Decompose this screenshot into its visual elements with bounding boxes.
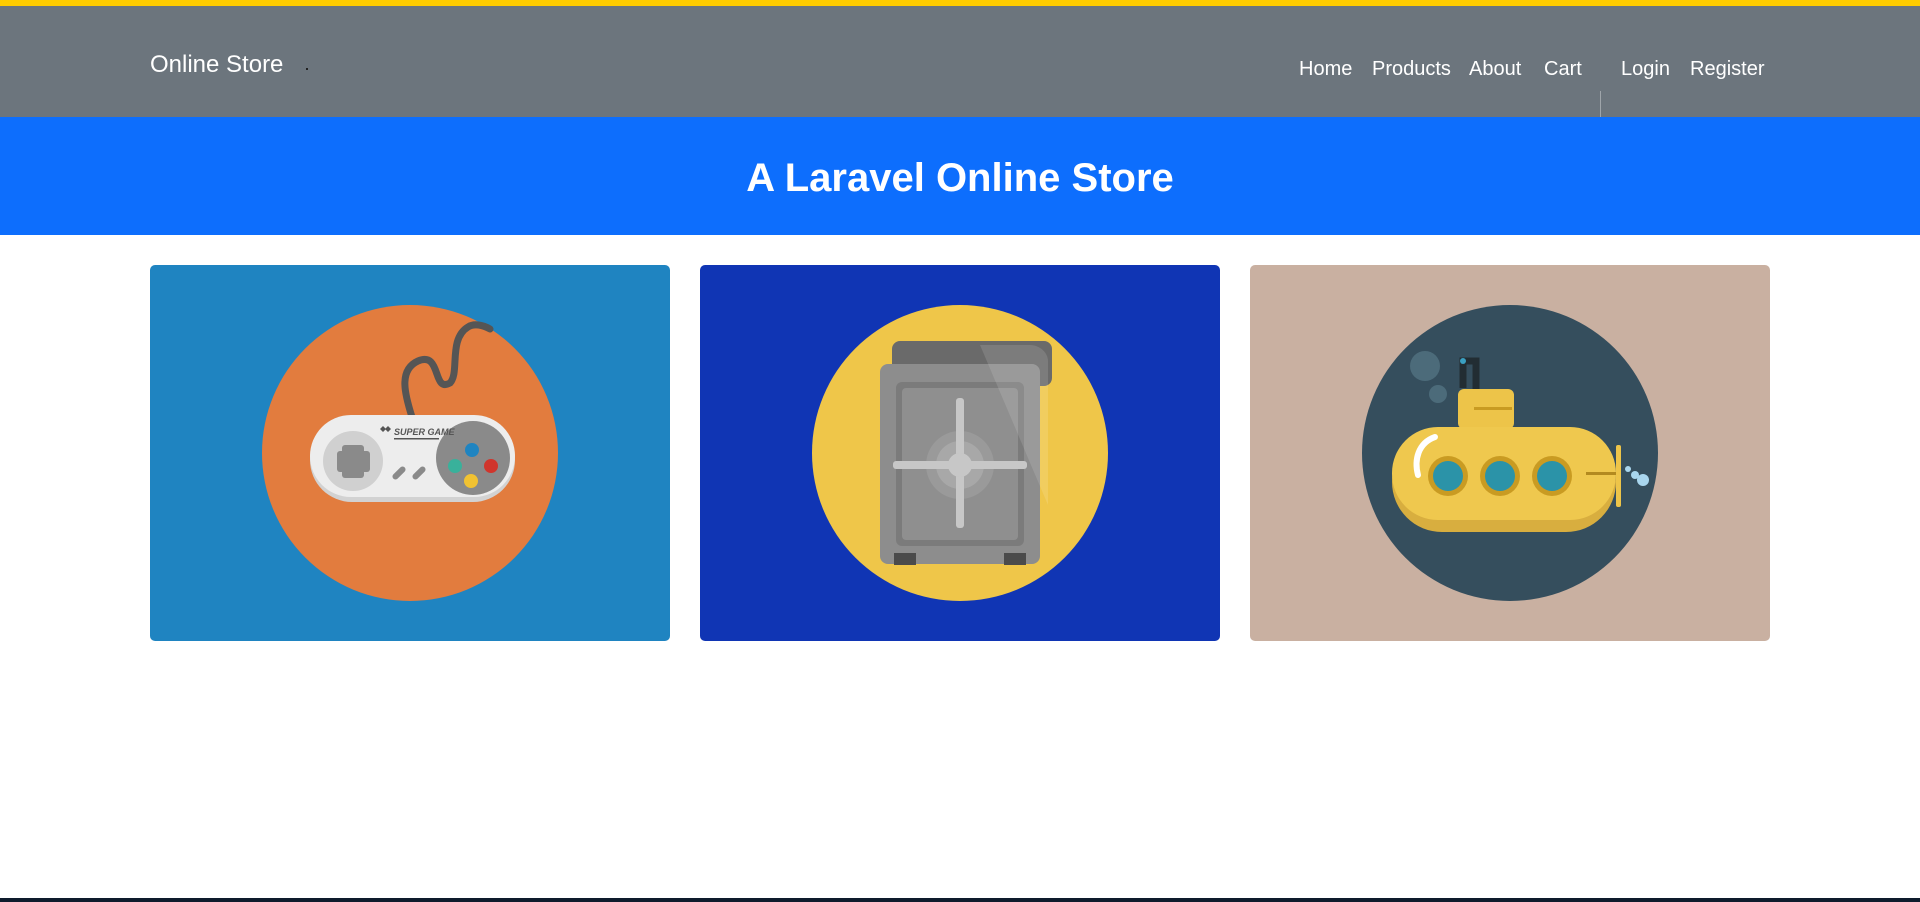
- page-title: A Laravel Online Store: [746, 156, 1174, 200]
- nav-link-login[interactable]: Login: [1621, 54, 1670, 84]
- product-card-safe[interactable]: [700, 265, 1220, 641]
- nav-link-about[interactable]: About: [1469, 54, 1521, 84]
- nav-link-home[interactable]: Home: [1299, 54, 1352, 84]
- product-card-game-controller[interactable]: SUPER GAME: [150, 265, 670, 641]
- nav-links: Home Products About Cart Login Register: [0, 54, 1920, 141]
- nav-link-cart[interactable]: Cart: [1544, 54, 1582, 84]
- product-card-submarine[interactable]: [1250, 265, 1770, 641]
- svg-text:SUPER GAME: SUPER GAME: [394, 427, 456, 437]
- submarine-icon: [1250, 265, 1770, 641]
- nav-link-register[interactable]: Register: [1690, 54, 1764, 84]
- navbar: Online Store Home Products About Cart Lo…: [0, 6, 1920, 141]
- game-controller-icon: SUPER GAME: [150, 265, 670, 641]
- bottom-bar: [0, 898, 1920, 902]
- safe-icon: [700, 265, 1220, 641]
- nav-link-products[interactable]: Products: [1372, 54, 1451, 84]
- hero-banner: A Laravel Online Store: [0, 117, 1920, 235]
